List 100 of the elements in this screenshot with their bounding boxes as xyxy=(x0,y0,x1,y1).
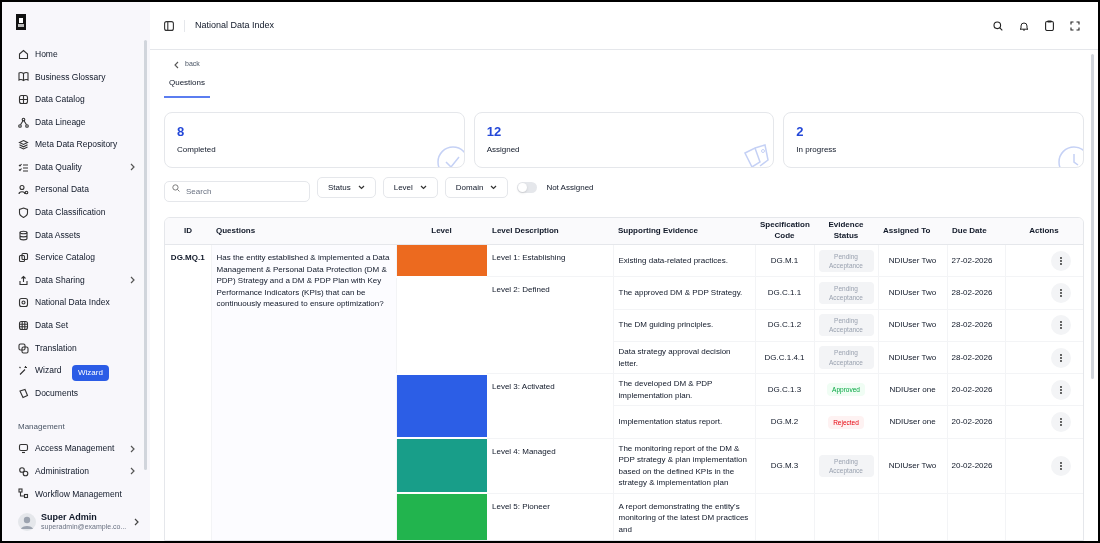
sidebar-item[interactable]: Access Management xyxy=(2,437,150,461)
due-date: 20-02-2026 xyxy=(951,384,993,394)
logo-icon xyxy=(16,14,26,30)
chevron-right-icon xyxy=(130,467,136,476)
magic-wand-icon xyxy=(18,365,29,377)
column-header: Actions xyxy=(1005,218,1083,245)
evidence-text: Implementation status report. xyxy=(618,417,723,427)
sidebar-item[interactable]: Data Quality xyxy=(2,155,150,179)
sidebar-item[interactable]: Personal Data xyxy=(2,178,91,202)
sidebar-item[interactable]: Data Sharing xyxy=(2,268,150,292)
chevron-down-icon xyxy=(419,185,427,191)
specification-code: DG.C.1.1 xyxy=(767,287,802,297)
home-icon xyxy=(18,48,29,60)
user-name: Super Admin xyxy=(41,512,98,524)
column-header: Supporting Evidence xyxy=(613,218,755,245)
more-actions-button[interactable] xyxy=(1051,412,1071,433)
assignee: NDIUser Two xyxy=(888,460,937,470)
sidebar-item[interactable]: Data Assets xyxy=(2,223,83,247)
sidebar-item[interactable]: Home xyxy=(2,43,60,66)
level-description: Level 4: Managed xyxy=(487,438,613,494)
specification-code: DG.C.1.2 xyxy=(767,320,802,330)
search-icon[interactable] xyxy=(993,20,1003,31)
database-icon xyxy=(18,229,29,241)
chevron-right-icon xyxy=(130,163,136,172)
more-actions-button[interactable] xyxy=(1051,250,1071,271)
sidebar-item[interactable]: Business Glossary xyxy=(2,65,108,89)
scrollbar[interactable] xyxy=(144,40,147,470)
wizard-tooltip: Wizard xyxy=(72,365,109,381)
sidebar-item[interactable]: Service Catalog xyxy=(2,246,97,269)
chevron-left-icon xyxy=(174,60,179,69)
due-date: 20-02-2026 xyxy=(951,417,993,427)
clipboard-icon[interactable] xyxy=(1045,20,1054,31)
stat-value: 2 xyxy=(796,125,805,139)
more-actions-button[interactable] xyxy=(1051,315,1071,336)
evidence-text: The monitoring report of the DM & PDP strategy & plan implementation based on the defined KPIs in the strategy & implementation plan xyxy=(618,443,747,488)
monitor-icon xyxy=(18,443,29,455)
sidebar-item[interactable]: Wizard xyxy=(2,359,64,382)
column-header: Level xyxy=(396,218,487,245)
avatar-icon xyxy=(18,513,36,531)
sidebar-item[interactable]: Administration xyxy=(2,460,150,483)
layers-icon xyxy=(18,139,29,151)
stat-value: 8 xyxy=(177,125,186,139)
sidebar-item[interactable]: Data Classification xyxy=(2,201,108,224)
more-actions-button[interactable] xyxy=(1051,282,1071,303)
more-actions-button[interactable] xyxy=(1051,379,1071,400)
more-actions-button[interactable] xyxy=(1051,347,1071,368)
specification-code: DG.C.1.3 xyxy=(767,384,802,394)
due-date: 20-02-2026 xyxy=(951,460,993,470)
section-label: Management xyxy=(17,420,66,433)
stat-value: 12 xyxy=(486,125,503,139)
chevron-right-icon xyxy=(130,276,136,285)
assignee: NDIUser Two xyxy=(888,255,937,265)
tab[interactable]: Questions xyxy=(164,77,211,99)
level-description: Level 1: Establishing xyxy=(487,244,613,277)
sidebar-item[interactable]: Data Catalog xyxy=(2,88,87,111)
bell-icon[interactable] xyxy=(1019,20,1029,31)
workflow-icon xyxy=(18,488,29,500)
toggle-label: Not Assigned xyxy=(546,181,594,194)
assignee: NDIUser Two xyxy=(888,320,937,330)
search-icon xyxy=(172,183,180,192)
chevron-down-icon xyxy=(490,185,498,191)
filter-dropdown[interactable]: Status xyxy=(317,177,376,199)
toggle-switch[interactable] xyxy=(517,182,538,194)
stat-label: Completed xyxy=(177,144,217,157)
due-date: 27-02-2026 xyxy=(951,255,993,265)
stat-label: Assigned xyxy=(486,144,521,157)
checklist-icon xyxy=(18,161,29,173)
column-header: Specification Code xyxy=(755,218,814,245)
sidebar-item[interactable]: Documents xyxy=(2,381,80,405)
assignee: NDIUser Two xyxy=(888,287,937,297)
evidence-text: The developed DM & PDP implementation plan. xyxy=(618,379,713,400)
column-header: ID xyxy=(165,218,211,245)
assignee: NDIUser one xyxy=(889,417,936,427)
more-actions-button[interactable] xyxy=(1051,455,1071,476)
specification-code: DG.M.3 xyxy=(770,460,799,470)
scrollbar[interactable] xyxy=(1091,54,1094,379)
assignee: NDIUser one xyxy=(889,384,936,394)
grid-icon xyxy=(18,319,29,331)
fullscreen-icon[interactable] xyxy=(1070,20,1080,31)
column-header: Assigned To xyxy=(878,218,947,245)
sidebar-toggle-icon[interactable] xyxy=(164,20,174,31)
sidebar-item[interactable]: Workflow Management xyxy=(2,482,124,506)
sidebar-item[interactable]: Meta Data Repository xyxy=(2,133,120,156)
column-header: Evidence Status xyxy=(814,218,878,245)
level-description: Level 3: Activated xyxy=(487,373,613,439)
search-field[interactable]: Search xyxy=(164,181,310,203)
due-date: 28-02-2026 xyxy=(951,320,993,330)
evidence-text: The DM guiding principles. xyxy=(618,320,714,330)
filter-dropdown[interactable]: Domain xyxy=(444,177,509,199)
chevron-right-icon xyxy=(134,518,140,526)
sidebar-item[interactable]: Data Set xyxy=(2,314,71,337)
sidebar-item[interactable]: Data Lineage xyxy=(2,110,88,134)
question-text: Has the entity established & implemented a Data Management & Personal Data Protection (DM & PDP) Strategy and a DM & PDP Plan with Key Performance Indicators (KPIs) that can be continuously measured to ensure optimization? xyxy=(211,244,396,540)
chevron-right-icon xyxy=(130,444,136,453)
shield-icon xyxy=(18,206,29,218)
sidebar-item[interactable]: Translation xyxy=(2,336,79,360)
filter-dropdown[interactable]: Level xyxy=(382,177,438,199)
evidence-text: Data strategy approval decision letter. xyxy=(618,346,731,368)
sidebar-item[interactable]: National Data Index xyxy=(2,291,112,315)
book-icon xyxy=(18,71,29,83)
